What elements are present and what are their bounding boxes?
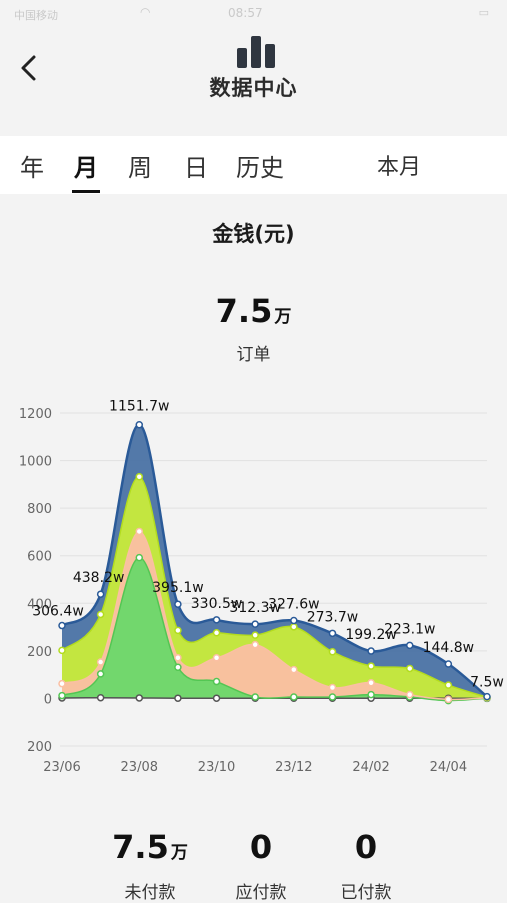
stat-unit: 万 [170,843,188,863]
data-point [58,621,66,630]
data-point [212,654,221,662]
data-label: 273.7w [307,609,359,625]
data-point [251,640,259,649]
y-tick-label: 1200 [19,407,52,422]
tab-year[interactable]: 年 [20,148,44,183]
data-label: 306.4w [32,604,84,620]
data-point [251,693,259,701]
page-title: 数据中心 [209,76,298,100]
data-point [405,641,414,650]
battery-icon: ▭ [478,6,489,19]
data-point [58,646,66,655]
data-point [58,691,66,700]
x-tick-label: 23/10 [198,760,235,775]
total-value: 7.5 [215,292,273,330]
data-point [135,527,144,536]
data-point [212,629,221,637]
y-tick-label: 200 [27,645,52,660]
data-point [212,677,221,686]
data-point [135,553,144,562]
data-point [174,626,182,635]
data-point [367,690,375,699]
data-point [367,678,375,687]
data-point [367,662,375,670]
data-point [444,681,453,689]
data-point [96,658,105,666]
data-label: 144.8w [423,640,475,656]
stat-value: 0 [249,828,273,866]
y-tick-label: 800 [27,502,52,517]
stat-value: 0 [354,828,378,866]
data-point [174,694,182,702]
data-point [328,693,337,701]
chart-title: 金钱(元) [212,222,295,246]
data-point [328,629,337,638]
total-label: 订单 [236,345,271,365]
period-tabs: 年 月 周 日 历史 本月 [0,136,507,194]
x-tick-label: 24/04 [430,760,467,775]
data-label: 438.2w [73,570,125,586]
y-tick-label: 200 [27,740,52,755]
data-point [367,647,375,655]
data-label: 223.1w [384,621,436,637]
active-tab-indicator [72,190,100,193]
data-point [483,692,491,701]
x-tick-label: 24/02 [352,760,389,775]
data-point [290,623,298,631]
x-tick-label: 23/06 [43,760,80,775]
tab-week[interactable]: 周 [128,148,152,183]
bar-chart-icon [237,36,275,68]
header: 数据中心 [0,30,507,136]
stat-paid: 0 已付款 [296,828,436,903]
tab-day[interactable]: 日 [184,148,208,183]
data-point [96,610,105,619]
data-point [212,616,221,624]
data-point [174,654,182,662]
data-point [444,660,453,668]
x-tick-label: 23/08 [121,760,158,775]
data-point [251,620,259,628]
x-tick-label: 23/12 [275,760,312,775]
data-point [135,694,144,702]
data-point [328,648,337,656]
tab-history[interactable]: 历史 [236,148,284,183]
data-point [212,694,221,702]
data-point [135,472,144,481]
data-point [405,690,414,699]
stat-value: 7.5 [112,828,169,866]
wifi-icon: ◠ [140,5,151,19]
data-point [290,693,298,701]
stacked-area-chart: 20002004006008001000120023/06 23/08 23/10 2… [19,399,504,775]
carrier-text: 中国移动 [14,9,58,22]
data-point [96,670,105,678]
data-point [96,590,105,598]
data-point [328,683,337,692]
data-point [174,663,182,672]
status-bar: 中国移动 ◠ 08:57 ▭ [0,0,507,30]
y-tick-label: 0 [44,692,52,707]
data-point [174,600,182,608]
total-amount: 7.5 万 [0,292,507,330]
data-point [290,665,298,674]
y-tick-label: 600 [27,550,52,565]
data-label: 1151.7w [109,399,169,415]
period-selector[interactable]: 本月 [377,149,421,181]
data-point [405,664,414,673]
data-point [135,420,144,429]
status-time: 08:57 [228,6,263,20]
data-point [444,695,453,704]
data-point [290,616,298,625]
total-unit: 万 [274,307,292,327]
stat-label: 已付款 [340,883,392,903]
y-tick-label: 1000 [19,455,52,470]
data-point [96,693,105,702]
data-point [251,631,259,639]
data-label: 395.1w [152,580,204,596]
data-label: 7.5w [470,675,504,691]
data-point [58,679,66,688]
tab-month[interactable]: 月 [74,148,98,183]
